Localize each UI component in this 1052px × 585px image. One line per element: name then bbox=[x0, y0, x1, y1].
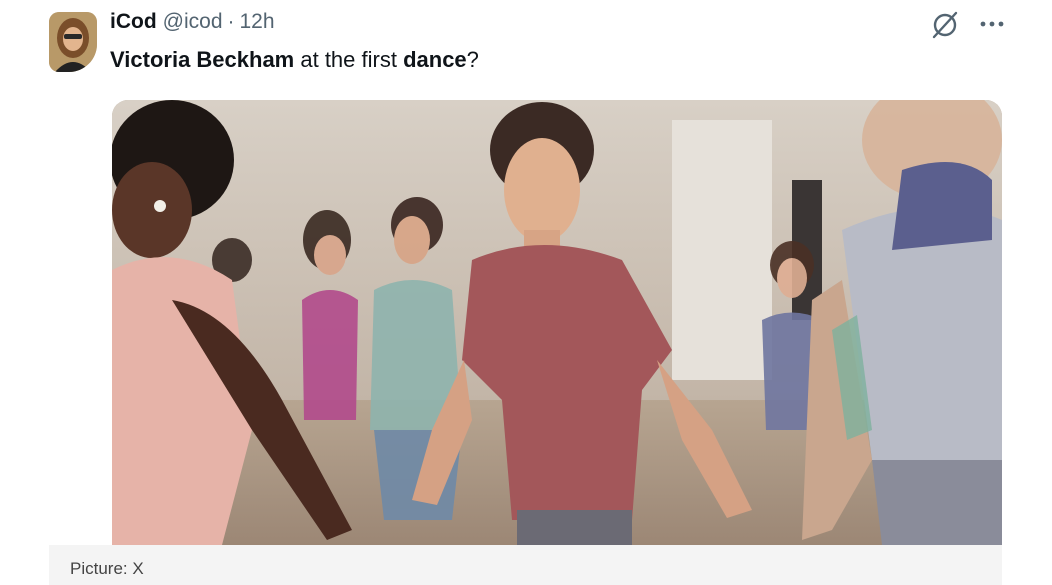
more-options-icon[interactable] bbox=[978, 12, 1006, 36]
image-caption: Picture: X bbox=[70, 559, 144, 578]
author-handle[interactable]: @icod bbox=[163, 10, 223, 34]
tweet-text-plain-1: at the first bbox=[294, 47, 404, 72]
caption-bar: Picture: X bbox=[49, 545, 1002, 585]
author-avatar[interactable] bbox=[49, 12, 97, 72]
tweet-text: Victoria Beckham at the first dance? bbox=[110, 45, 479, 75]
tweet-text-bold-dance: dance bbox=[403, 47, 467, 72]
tweet-text-bold-name: Victoria Beckham bbox=[110, 47, 295, 72]
tweet-text-plain-2: ? bbox=[466, 47, 479, 72]
tweet-header: iCod @icod · 12h bbox=[110, 8, 275, 36]
tweet: iCod @icod · 12h Victoria Beckham at the… bbox=[0, 0, 1052, 585]
separator-dot: · bbox=[227, 10, 235, 33]
grok-icon[interactable] bbox=[930, 10, 960, 40]
author-name[interactable]: iCod bbox=[110, 10, 157, 34]
tweet-media-gif[interactable] bbox=[112, 100, 1002, 545]
tweet-timestamp[interactable]: 12h bbox=[240, 10, 275, 34]
